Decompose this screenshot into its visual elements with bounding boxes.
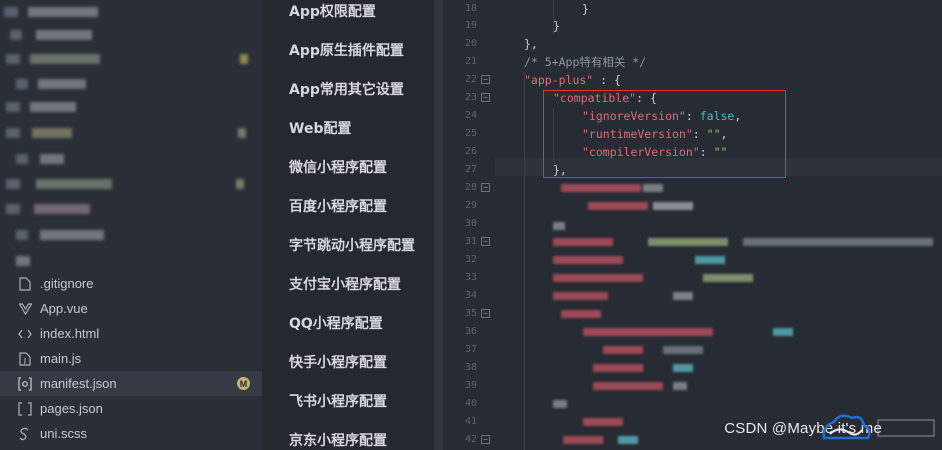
obscured-tree-item[interactable] — [0, 202, 110, 216]
nav-item-baidu-mp[interactable]: 百度小程序配置 — [289, 197, 387, 217]
obscured-tree-item[interactable] — [0, 152, 110, 166]
nav-item-web-config[interactable]: Web配置 — [289, 119, 351, 139]
obscured-tree-item[interactable] — [0, 254, 60, 268]
file-icon — [18, 276, 32, 291]
nav-item-bytedance-mp[interactable]: 字节跳动小程序配置 — [289, 236, 415, 256]
nav-item-app-other-settings[interactable]: App常用其它设置 — [289, 80, 404, 100]
obscured-tree-item[interactable] — [0, 5, 110, 19]
vue-file-icon — [18, 302, 32, 316]
obscured-tree-item[interactable] — [0, 126, 260, 140]
cloud-site-logo — [822, 414, 935, 440]
obscured-tree-item[interactable] — [0, 228, 110, 242]
html-file-icon — [18, 327, 32, 341]
obscured-tree-item[interactable] — [0, 100, 110, 114]
file-name: index.html — [40, 326, 100, 341]
file-name: App.vue — [40, 301, 88, 316]
modified-badge: M — [237, 377, 250, 390]
nav-item-qq-mp[interactable]: QQ小程序配置 — [289, 314, 383, 334]
js-file-icon — [18, 351, 32, 366]
obscured-tree-item[interactable] — [0, 77, 110, 91]
obscured-tree-item[interactable] — [0, 28, 110, 42]
file-item-app-vue[interactable]: App.vue — [0, 296, 262, 321]
file-item-manifest-json[interactable]: manifest.json M — [0, 371, 262, 396]
file-name: main.js — [40, 351, 82, 366]
file-item-uni-scss[interactable]: uni.scss — [0, 421, 262, 446]
file-item-main-js[interactable]: main.js — [0, 346, 262, 371]
manifest-config-nav: App权限配置 App原生插件配置 App常用其它设置 Web配置 微信小程序配… — [262, 0, 434, 450]
file-item-pages-json[interactable]: pages.json — [0, 396, 262, 421]
nav-item-kuaishou-mp[interactable]: 快手小程序配置 — [289, 353, 387, 373]
nav-scrollbar[interactable] — [434, 0, 443, 450]
file-item-index-html[interactable]: index.html — [0, 321, 262, 346]
nav-item-weixin-mp[interactable]: 微信小程序配置 — [289, 158, 387, 178]
nav-item-feishu-mp[interactable]: 飞书小程序配置 — [289, 392, 387, 412]
nav-item-jd-mp[interactable]: 京东小程序配置 — [289, 431, 387, 450]
json-file-icon — [18, 401, 32, 416]
file-name: uni.scss — [40, 426, 87, 441]
scss-file-icon — [18, 427, 32, 441]
nav-item-alipay-mp[interactable]: 支付宝小程序配置 — [289, 275, 401, 295]
file-name: .gitignore — [40, 276, 94, 291]
file-explorer: .gitignore App.vue index.html main.js ma… — [0, 0, 262, 450]
json-settings-icon — [18, 376, 32, 391]
file-name: pages.json — [40, 401, 103, 416]
file-name: manifest.json — [40, 376, 117, 391]
obscured-code-region — [443, 0, 942, 450]
obscured-tree-item[interactable] — [0, 177, 260, 191]
file-item-gitignore[interactable]: .gitignore — [0, 271, 262, 296]
nav-item-app-permissions[interactable]: App权限配置 — [289, 2, 376, 22]
obscured-tree-item[interactable] — [0, 52, 260, 66]
nav-item-app-native-plugins[interactable]: App原生插件配置 — [289, 41, 404, 61]
code-editor[interactable]: 18 19 20 21 22 23 24 25 26 27 28 29 30 3… — [443, 0, 942, 450]
